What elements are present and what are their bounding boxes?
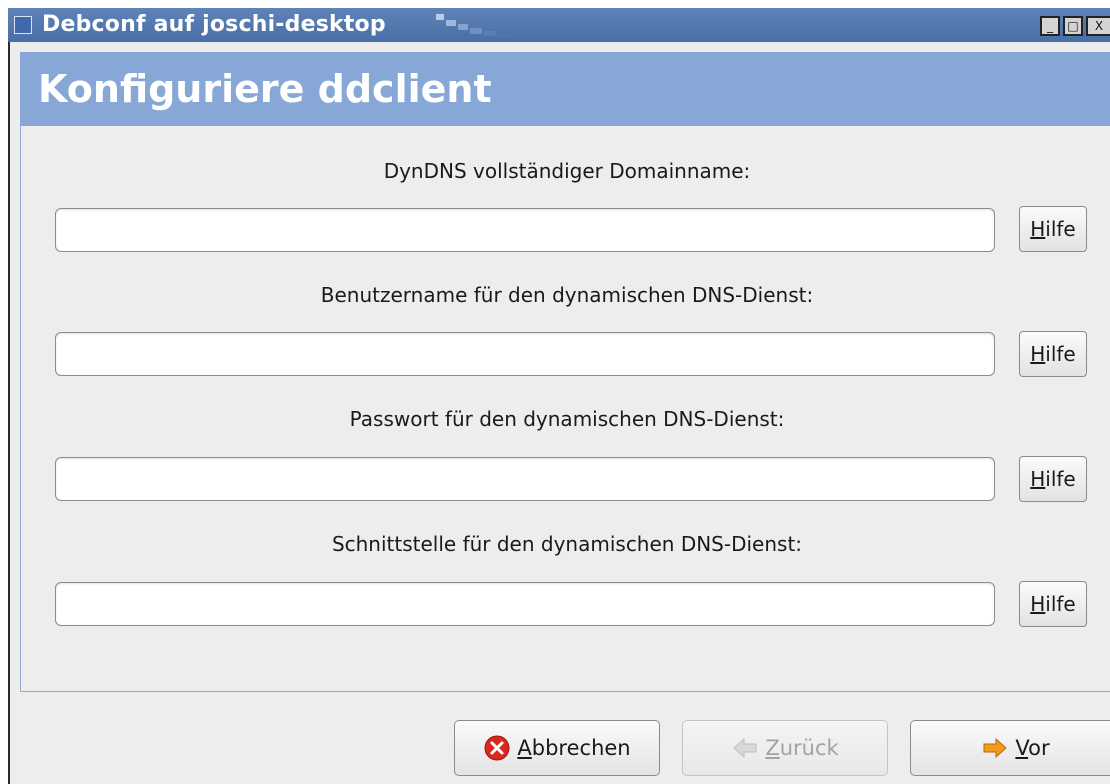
username-input[interactable] — [55, 332, 995, 376]
interface-input[interactable] — [55, 582, 995, 626]
domain-field-label: DynDNS vollständiger Domainname: — [383, 159, 751, 183]
domain-help-button[interactable]: Hilfe — [1019, 206, 1087, 252]
username-field-label: Benutzername für den dynamischen DNS-Die… — [320, 283, 814, 307]
close-button[interactable]: X — [1086, 16, 1110, 36]
domain-input[interactable] — [55, 208, 995, 252]
back-button[interactable]: Zurück — [682, 720, 888, 776]
next-button[interactable]: Vor — [910, 720, 1110, 776]
page-title: Konfiguriere ddclient — [38, 67, 492, 111]
maximize-button[interactable]: □ — [1063, 16, 1083, 36]
password-field-label: Passwort für den dynamischen DNS-Dienst: — [349, 407, 785, 431]
password-help-button[interactable]: Hilfe — [1019, 456, 1087, 502]
config-panel: DynDNS vollständiger Domainname: Hilfe B… — [20, 126, 1110, 692]
username-help-button[interactable]: Hilfe — [1019, 331, 1087, 377]
password-input[interactable] — [55, 457, 995, 501]
cancel-button[interactable]: Abbrechen — [454, 720, 660, 776]
interface-help-button[interactable]: Hilfe — [1019, 581, 1087, 627]
forward-arrow-icon — [983, 737, 1008, 759]
page-header: Konfiguriere ddclient — [20, 52, 1110, 126]
window-title: Debconf auf joschi-desktop — [42, 12, 386, 37]
titlebar-decoration-icon — [436, 14, 512, 37]
interface-field-label: Schnittstelle für den dynamischen DNS-Di… — [331, 532, 803, 556]
window-titlebar[interactable]: Debconf auf joschi-desktop _ □ X — [8, 8, 1110, 43]
cancel-icon — [484, 735, 510, 761]
minimize-button[interactable]: _ — [1040, 16, 1060, 36]
window-menu-icon[interactable] — [14, 16, 32, 34]
back-arrow-icon — [733, 737, 757, 759]
debconf-window: Konfiguriere ddclient DynDNS vollständig… — [8, 42, 1110, 784]
